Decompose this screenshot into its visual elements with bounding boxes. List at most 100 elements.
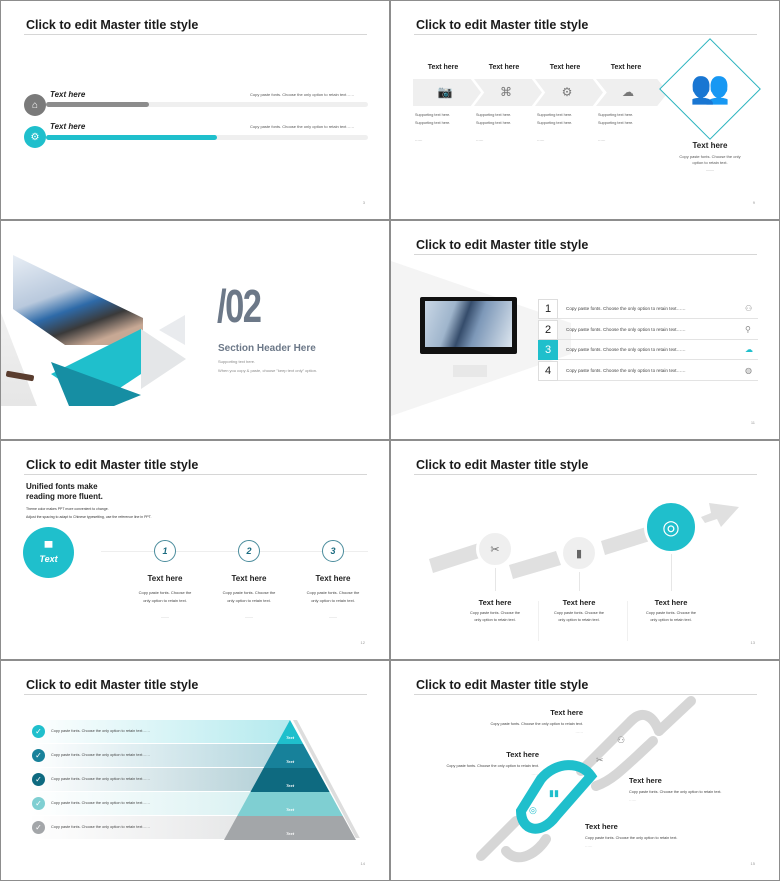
page-number: 13 [750, 640, 755, 645]
step-desc: only option to retain text. [311, 598, 355, 603]
globe-icon: ◍ [745, 365, 752, 375]
feature-dash: —— [706, 167, 714, 172]
list-number: 3 [538, 340, 558, 360]
slide-thumbnail-5[interactable]: Click to edit Master title style Unified… [1, 441, 389, 659]
headline-line-1: Unified fonts make [26, 482, 98, 491]
row-desc: Copy paste fonts. Choose the only option… [250, 124, 355, 129]
check-icon: ✓ [32, 749, 45, 762]
slide-thumbnail-7[interactable]: Click to edit Master title style Text ✓ Co… [1, 661, 389, 880]
gears-icon: ⚙ [561, 85, 573, 99]
section-sub-1: Supporting text here. [218, 359, 256, 364]
desk-icon: ▀ [44, 541, 53, 554]
progress-fill [46, 135, 217, 140]
section-title: Section Header Here [218, 343, 316, 354]
item-text: Copy paste fonts. Choose the only option… [446, 764, 539, 768]
bullet-item: Supporting text here. [476, 113, 512, 117]
level-text: Copy paste fonts. Choose the only option… [51, 825, 150, 829]
bullet-item: Supporting text here. [537, 121, 573, 125]
title-divider [24, 694, 367, 695]
step-title: Text here [478, 598, 512, 607]
step-number: 2 [238, 540, 260, 562]
row-label: Text here [50, 90, 86, 99]
item-dash: …… [531, 772, 539, 776]
section-sub-2: When you copy & paste, choose "keep text… [218, 368, 318, 373]
headline: Unified fonts make reading more fluent. [26, 482, 103, 502]
section-number: /02 [217, 280, 262, 332]
progress-track [46, 102, 368, 107]
monitor-stand [453, 365, 487, 377]
city-photo [425, 301, 512, 347]
item-title: Text here [585, 822, 618, 831]
item-dash: …… [629, 798, 637, 802]
team-icon: 👥 [690, 69, 730, 105]
step-desc: Copy paste fonts. Choose the [645, 611, 697, 615]
row-label: Text here [50, 122, 86, 131]
tools-icon: ✂ [476, 530, 514, 568]
bullet-item: Supporting text here. [415, 113, 451, 117]
bullet-item: …… [415, 138, 423, 142]
people-icon: ⚇ [617, 735, 625, 745]
slide-title: Click to edit Master title style [416, 18, 589, 32]
divider [538, 601, 539, 641]
bullet-item: Supporting text here. [598, 113, 634, 117]
title-divider [414, 254, 757, 255]
bullet-item: Supporting text here. [537, 113, 573, 117]
camera-icon: 📷 [437, 85, 453, 99]
slide-thumbnail-3[interactable]: /02 Section Header Here Supporting text … [1, 221, 389, 439]
list-text: Copy paste fonts. Choose the only option… [566, 347, 686, 352]
target-icon: ◎ [644, 500, 698, 554]
step-title: Text here [147, 574, 183, 583]
people-icon: ⚇ [745, 304, 753, 313]
page-number: 3 [362, 200, 365, 205]
progress-fill [46, 102, 150, 107]
slide-thumbnail-8[interactable]: Click to edit Master title style ▮▮ ◎ ✂ … [391, 661, 779, 880]
body-line-1: Theme color makes PPT more convenient to… [26, 507, 109, 511]
list-text: Copy paste fonts. Choose the only option… [566, 326, 686, 332]
item-dash: …… [585, 844, 593, 848]
progress-track [46, 135, 368, 140]
feature-title: Text here [692, 141, 728, 150]
tools-icon: ✂ [596, 755, 604, 765]
monitor [420, 297, 517, 354]
level-text: Copy paste fonts. Choose the only option… [51, 729, 150, 733]
bullet-item: …… [476, 138, 484, 142]
home-icon: ⌂ [24, 94, 46, 116]
slide-title: Click to edit Master title style [26, 458, 199, 472]
bullet-item: Supporting text here. [598, 121, 634, 125]
slide-thumbnail-1[interactable]: Click to edit Master title style Text he… [1, 1, 389, 219]
connector-line [579, 572, 580, 591]
step-desc: Copy paste fonts. Choose the [553, 611, 605, 615]
step-desc: Copy paste fonts. Choose the [222, 590, 276, 595]
slide-title: Click to edit Master title style [416, 238, 589, 252]
step-title: Text here [231, 574, 267, 583]
item-title: Text here [506, 750, 539, 759]
divider [627, 601, 628, 641]
slide-thumbnail-4[interactable]: Click to edit Master title style 1 Copy p… [391, 221, 779, 439]
item-dash: …… [575, 730, 583, 734]
step-desc: only option to retain text. [474, 618, 516, 622]
list-number: 4 [538, 360, 558, 381]
list-text: Copy paste fonts. Choose the only option… [566, 367, 686, 373]
slide-thumbnail-2[interactable]: Click to edit Master title style Text he… [391, 1, 779, 219]
item-text: Copy paste fonts. Choose the only option… [629, 790, 722, 794]
step-title: Text here [562, 598, 596, 607]
slide-title: Click to edit Master title style [26, 18, 199, 32]
step-title: Text here [654, 598, 688, 607]
step-label: Text here [488, 64, 520, 71]
step-desc: Copy paste fonts. Choose the [306, 590, 360, 595]
headline-line-2: reading more fluent. [26, 492, 103, 501]
title-divider [414, 34, 757, 35]
connector-line [495, 568, 496, 591]
bullet-item: Supporting text here. [476, 121, 512, 125]
item-text: Copy paste fonts. Choose the only option… [490, 722, 583, 726]
step-number: 3 [322, 540, 344, 562]
step-desc: Copy paste fonts. Choose the [469, 611, 521, 615]
title-divider [24, 474, 367, 475]
bullet-item: …… [537, 138, 545, 142]
page-number: 11 [750, 420, 755, 425]
step-label: Text here [610, 64, 642, 71]
slide-thumbnail-6[interactable]: Click to edit Master title style ✂ Text h… [391, 441, 779, 659]
step-desc: only option to retain text. [227, 598, 271, 603]
level-label: Text [285, 783, 295, 788]
body-line-2: Adjust the spacing to adapt to Chinese t… [26, 515, 152, 519]
